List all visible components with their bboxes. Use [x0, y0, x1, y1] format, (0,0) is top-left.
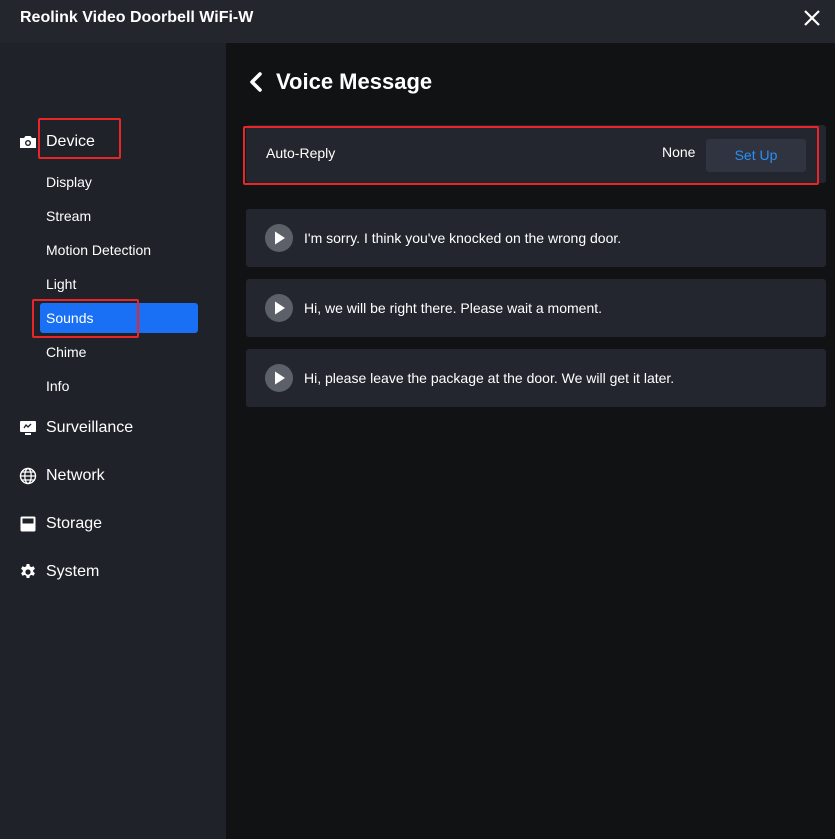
highlight-box-auto-reply — [243, 126, 819, 185]
sidebar-item-light[interactable]: Light — [40, 269, 198, 299]
window-title: Reolink Video Doorbell WiFi-W — [20, 9, 254, 26]
voice-message-text: Hi, please leave the package at the door… — [304, 370, 675, 386]
play-icon[interactable] — [265, 294, 293, 322]
sidebar-category-storage[interactable]: Storage — [0, 509, 226, 539]
globe-icon — [19, 467, 37, 485]
sidebar: Device Display Stream Motion Detection L… — [0, 43, 226, 839]
gear-icon — [19, 563, 37, 581]
sidebar-category-system[interactable]: System — [0, 557, 226, 587]
play-icon[interactable] — [265, 364, 293, 392]
app-window: Reolink Video Doorbell WiFi-W Device Dis… — [0, 0, 835, 839]
sidebar-item-chime[interactable]: Chime — [40, 337, 198, 367]
storage-icon — [19, 515, 37, 533]
sidebar-category-label: System — [46, 563, 100, 580]
sidebar-item-label: Light — [46, 276, 77, 292]
sidebar-item-label: Stream — [46, 208, 92, 224]
sidebar-item-label: Chime — [46, 344, 87, 360]
back-chevron-icon[interactable] — [246, 71, 266, 93]
voice-message-text: I'm sorry. I think you've knocked on the… — [304, 230, 622, 246]
sidebar-item-label: Display — [46, 174, 92, 190]
monitor-icon — [19, 419, 37, 437]
sidebar-item-info[interactable]: Info — [40, 371, 198, 401]
sidebar-item-stream[interactable]: Stream — [40, 201, 198, 231]
sidebar-category-surveillance[interactable]: Surveillance — [0, 413, 226, 443]
sidebar-item-label: Motion Detection — [46, 242, 152, 258]
close-icon[interactable] — [800, 6, 824, 30]
sidebar-category-label: Storage — [46, 515, 103, 532]
sidebar-item-display[interactable]: Display — [40, 167, 198, 197]
highlight-box-device — [38, 118, 121, 159]
list-item: Hi, please leave the package at the door… — [246, 349, 826, 407]
voice-message-text: Hi, we will be right there. Please wait … — [304, 300, 603, 316]
page-title: Voice Message — [276, 69, 433, 94]
list-item: I'm sorry. I think you've knocked on the… — [246, 209, 826, 267]
sidebar-item-label: Info — [46, 378, 70, 394]
sidebar-category-label: Network — [46, 467, 105, 484]
title-bar: Reolink Video Doorbell WiFi-W — [0, 0, 835, 43]
sidebar-category-network[interactable]: Network — [0, 461, 226, 491]
sidebar-category-label: Surveillance — [46, 419, 134, 436]
highlight-box-sounds — [32, 299, 139, 338]
play-icon[interactable] — [265, 224, 293, 252]
sidebar-item-motion-detection[interactable]: Motion Detection — [40, 235, 198, 265]
list-item: Hi, we will be right there. Please wait … — [246, 279, 826, 337]
camera-icon — [19, 133, 37, 151]
